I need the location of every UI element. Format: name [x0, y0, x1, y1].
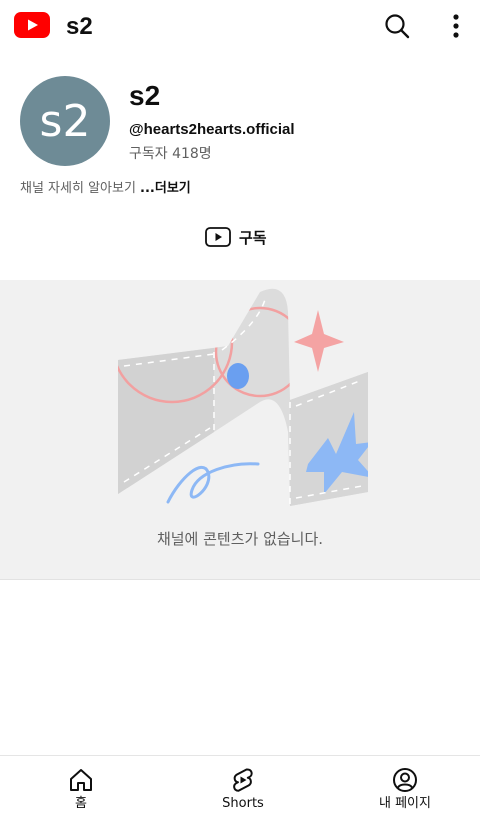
subscribe-button[interactable]: 구독: [205, 224, 267, 250]
nav-label-my-page: 내 페이지: [379, 796, 431, 811]
empty-state-message: 채널에 콘텐츠가 없습니다.: [156, 530, 324, 548]
nav-item-home[interactable]: 홈: [31, 766, 131, 812]
play-outline-icon: [205, 227, 231, 247]
page-title: s2: [66, 13, 93, 40]
channel-handle: @hearts2hearts.official: [129, 121, 295, 138]
bottom-navigation: 홈 Shorts 내 페이지: [0, 755, 480, 818]
search-icon[interactable]: [383, 12, 411, 40]
empty-channel-illustration: [118, 288, 368, 506]
nav-label-shorts: Shorts: [222, 796, 264, 811]
nav-label-home: 홈: [75, 796, 87, 811]
channel-name: s2: [129, 80, 161, 111]
account-circle-icon: [393, 768, 417, 792]
nav-item-shorts[interactable]: Shorts: [193, 766, 293, 812]
avatar-text: s2: [39, 95, 91, 147]
subscribe-label: 구독: [239, 228, 267, 247]
channel-avatar[interactable]: s2: [20, 76, 110, 166]
home-icon: [70, 769, 92, 791]
top-app-bar: s2: [0, 0, 480, 56]
channel-about-link[interactable]: 채널 자세히 알아보기 ...더보기: [20, 180, 191, 198]
more-vertical-icon[interactable]: [446, 12, 466, 40]
nav-item-my-page[interactable]: 내 페이지: [355, 766, 455, 812]
youtube-logo-icon[interactable]: [14, 12, 50, 38]
about-text: 채널 자세히 알아보기: [20, 181, 141, 196]
empty-content-panel: 채널에 콘텐츠가 없습니다.: [0, 280, 480, 580]
shorts-icon: [233, 768, 253, 792]
subscriber-count: 구독자 418명: [129, 146, 212, 162]
about-more-link[interactable]: ...더보기: [140, 181, 191, 196]
